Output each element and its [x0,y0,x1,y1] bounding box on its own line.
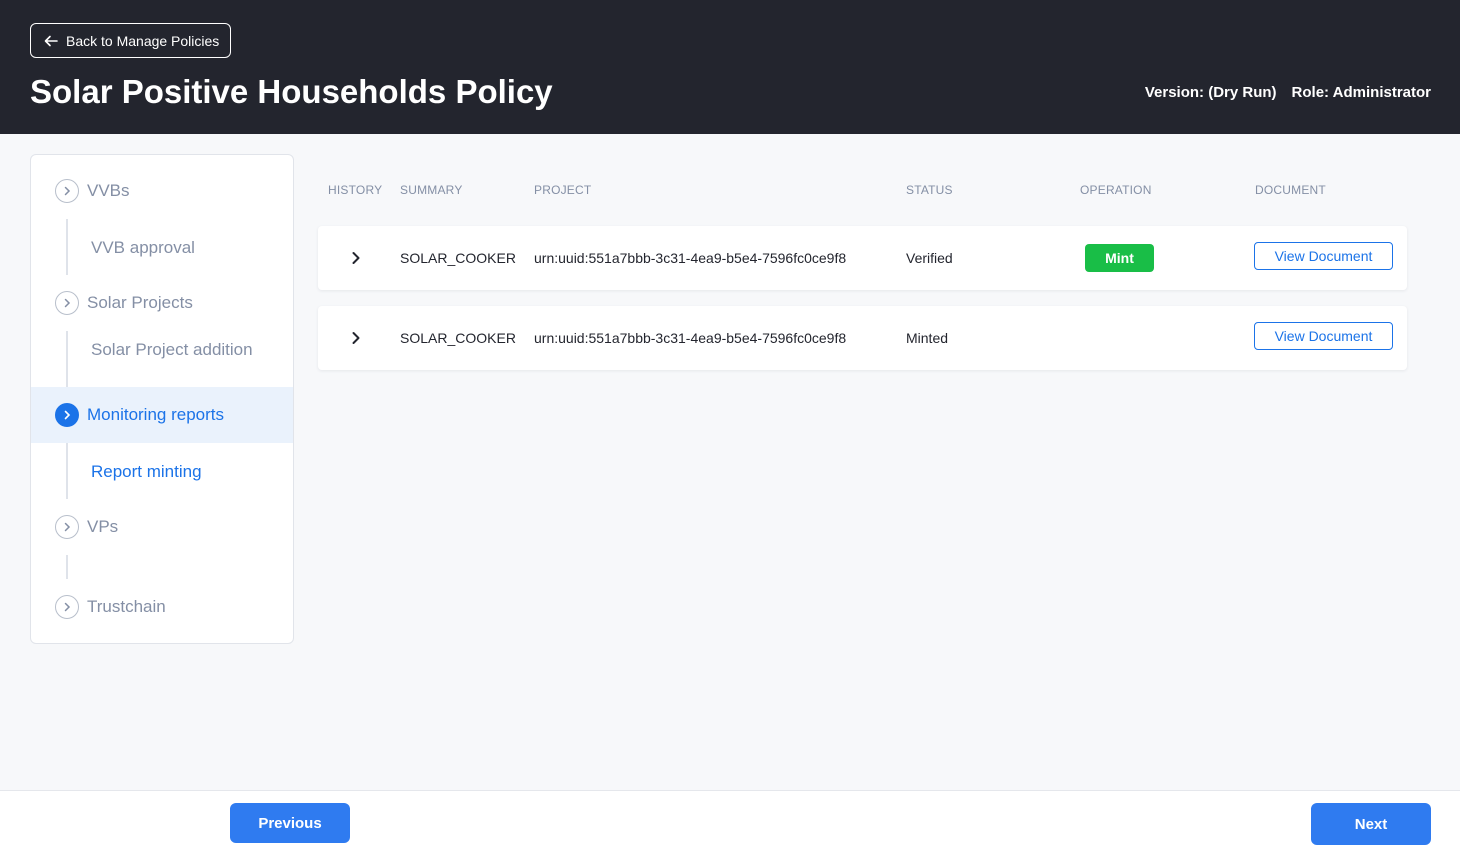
row-project: urn:uuid:551a7bbb-3c31-4ea9-b5e4-7596fc0… [534,250,847,266]
column-header-project: PROJECT [534,183,592,197]
sidebar-item-monitoring-reports[interactable]: Monitoring reports [31,387,293,443]
column-header-history: HISTORY [328,183,383,197]
chevron-right-icon[interactable] [346,328,366,348]
table-row: SOLAR_COOKER urn:uuid:551a7bbb-3c31-4ea9… [318,306,1407,370]
sidebar-item-solar-projects[interactable]: Solar Projects [31,275,293,331]
sidebar-item-label: VVBs [87,181,130,200]
sidebar-item-label: Monitoring reports [87,405,225,424]
mint-button[interactable]: Mint [1085,244,1154,272]
row-project: urn:uuid:551a7bbb-3c31-4ea9-b5e4-7596fc0… [534,330,847,346]
step-connector [66,219,68,275]
page-title: Solar Positive Households Policy [30,73,553,110]
column-header-document: DOCUMENT [1255,183,1326,197]
back-to-manage-policies-button[interactable]: Back to Manage Policies [30,23,231,58]
step-connector [66,555,68,579]
policy-steps-sidebar: VVBs VVB approval Solar Projects Solar P… [30,154,294,644]
chevron-right-icon [55,179,79,203]
view-document-button[interactable]: View Document [1254,322,1393,350]
sidebar-item-label: Trustchain [87,597,166,616]
column-header-status: STATUS [906,183,953,197]
chevron-right-icon [55,595,79,619]
sidebar-subitem-vvb-approval[interactable]: VVB approval [91,238,271,258]
column-header-summary: SUMMARY [400,183,463,197]
role-label: Role: Administrator [1291,84,1431,101]
previous-button[interactable]: Previous [230,803,350,843]
policy-meta: Version: (Dry Run) Role: Administrator [1145,84,1431,101]
chevron-right-icon [55,291,79,315]
policy-header: Back to Manage Policies Solar Positive H… [0,0,1460,134]
column-header-operation: OPERATION [1080,183,1152,197]
arrow-left-icon [44,35,58,46]
row-summary: SOLAR_COOKER [400,330,516,346]
row-status: Verified [906,250,953,266]
chevron-right-icon [55,403,79,427]
sidebar-subitem-solar-project-addition[interactable]: Solar Project addition [91,340,271,360]
row-summary: SOLAR_COOKER [400,250,516,266]
step-connector [66,331,68,387]
version-label: Version: (Dry Run) [1144,84,1277,101]
sidebar-item-trustchain[interactable]: Trustchain [31,579,293,635]
row-status: Minted [906,330,949,346]
next-button[interactable]: Next [1311,803,1431,845]
back-button-label: Back to Manage Policies [66,32,220,49]
sidebar-item-vps[interactable]: VPs [31,499,293,555]
table-row: SOLAR_COOKER urn:uuid:551a7bbb-3c31-4ea9… [318,226,1407,290]
view-document-button[interactable]: View Document [1254,242,1393,270]
chevron-right-icon [55,515,79,539]
sidebar-item-label: VPs [87,517,119,536]
sidebar-item-label: Solar Projects [87,293,193,312]
wizard-footer: Previous Next [0,790,1460,851]
sidebar-subitem-report-minting[interactable]: Report minting [91,462,271,482]
step-connector [66,443,68,499]
sidebar-item-vvbs[interactable]: VVBs [31,163,293,219]
chevron-right-icon[interactable] [346,248,366,268]
